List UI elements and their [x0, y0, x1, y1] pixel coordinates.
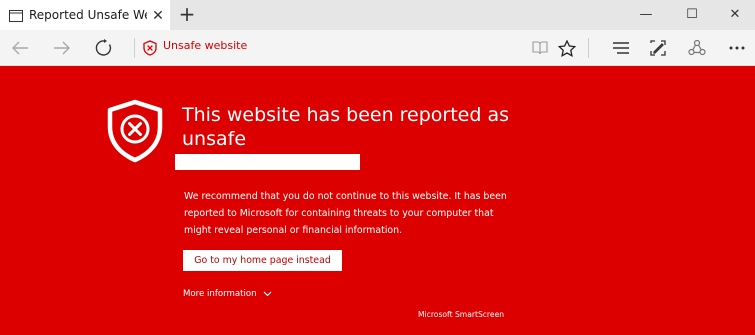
tab-reported-unsafe[interactable]: Reported Unsafe Websit ✕: [0, 0, 170, 30]
redacted-url: [175, 154, 360, 170]
warning-message: We recommend that you do not continue to…: [184, 191, 507, 236]
navigation-bar: Unsafe website: [0, 30, 755, 66]
chevron-down-icon: [263, 291, 272, 297]
new-tab-button[interactable]: +: [177, 3, 197, 25]
web-note-icon[interactable]: [647, 30, 669, 66]
window-close-button[interactable]: ✕: [712, 0, 755, 30]
tab-bar: Reported Unsafe Websit ✕ + — ☐ ✕: [0, 0, 755, 30]
smartscreen-warning-page: This website has been reported as unsafe…: [0, 66, 755, 335]
address-separator: [134, 38, 135, 58]
hub-icon[interactable]: [610, 30, 632, 66]
refresh-icon[interactable]: [92, 30, 116, 66]
home-page-button[interactable]: Go to my home page instead: [183, 250, 342, 271]
page-icon: [9, 10, 23, 22]
tab-title: Reported Unsafe Websit: [29, 8, 147, 22]
favorite-star-icon[interactable]: [557, 30, 577, 66]
minimize-button[interactable]: —: [623, 0, 669, 30]
warning-shield-icon[interactable]: [141, 30, 159, 66]
maximize-button[interactable]: ☐: [669, 0, 715, 30]
forward-icon[interactable]: [50, 30, 74, 66]
share-icon[interactable]: [686, 30, 708, 66]
shield-x-icon: [107, 99, 163, 163]
reading-view-icon[interactable]: [530, 30, 550, 66]
smartscreen-footer: Microsoft SmartScreen: [418, 310, 505, 319]
tab-close-icon[interactable]: ✕: [151, 7, 165, 25]
more-icon[interactable]: [725, 30, 749, 66]
more-information-label: More information: [183, 289, 257, 299]
back-icon[interactable]: [8, 30, 32, 66]
page-title: This website has been reported as unsafe: [182, 104, 510, 150]
address-label[interactable]: Unsafe website: [163, 39, 247, 52]
more-information-link[interactable]: More information: [183, 289, 272, 299]
toolbar-separator: [588, 38, 589, 58]
